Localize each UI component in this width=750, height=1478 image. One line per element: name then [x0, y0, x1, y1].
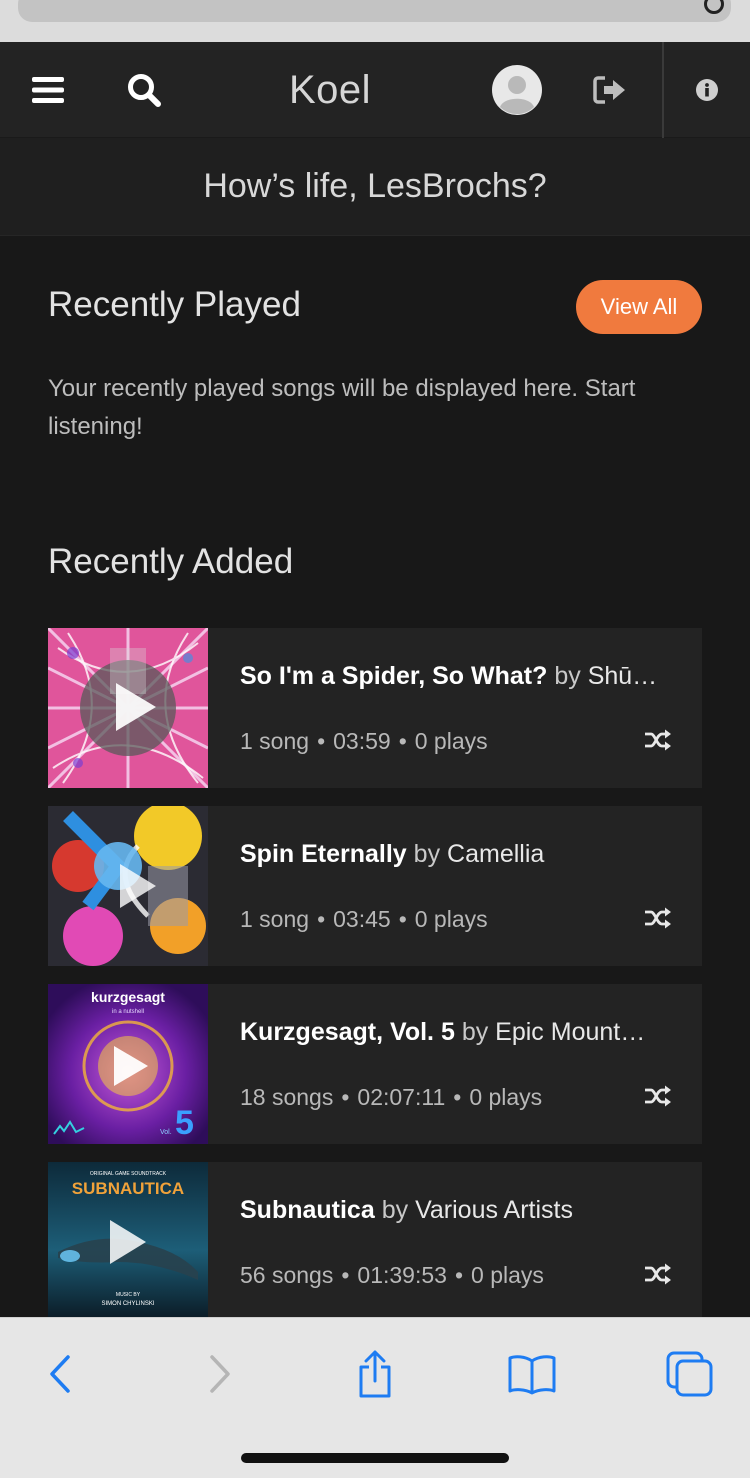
album-meta: 1 song • 03:45 • 0 plays: [240, 906, 488, 932]
app-title: Koel: [288, 68, 372, 112]
album-cover[interactable]: [48, 628, 208, 788]
album-by-label: by: [461, 1018, 489, 1046]
share-button[interactable]: [352, 1348, 398, 1400]
album-song-count: 1 song: [240, 906, 310, 932]
cover-vol-number: 5: [175, 1104, 194, 1142]
cover-brand: kurzgesagt: [91, 989, 165, 1005]
album-art: ORIGINAL GAME SOUNDTRACK SUBNAUTICA MUSI…: [48, 1162, 208, 1322]
cover-subtitle: ORIGINAL GAME SOUNDTRACK: [90, 1171, 167, 1177]
cover-tagline: in a nutshell: [112, 1009, 144, 1015]
tabs-icon: [666, 1351, 713, 1397]
album-card[interactable]: ORIGINAL GAME SOUNDTRACK SUBNAUTICA MUSI…: [48, 1162, 702, 1322]
forward-icon: [210, 1355, 230, 1393]
album-name[interactable]: Spin Eternally: [240, 840, 407, 868]
album-by-label: by: [413, 840, 441, 868]
logout-button[interactable]: [588, 42, 632, 138]
cover-music-by: MUSIC BY: [116, 1292, 141, 1298]
album-artist[interactable]: Various Artists: [415, 1196, 573, 1224]
album-song-count: 18 songs: [240, 1084, 334, 1110]
app-header: Koel: [0, 42, 750, 138]
album-cover[interactable]: kurzgesagt in a nutshell Vol. 5: [48, 984, 208, 1144]
back-button[interactable]: [40, 1348, 80, 1400]
album-name[interactable]: Kurzgesagt, Vol. 5: [240, 1018, 455, 1046]
album-artist[interactable]: Shū…: [588, 662, 657, 690]
bookmarks-button[interactable]: [506, 1348, 558, 1400]
menu-icon: [32, 77, 64, 103]
album-art: kurzgesagt in a nutshell Vol. 5: [48, 984, 208, 1144]
album-play-count: 0 plays: [414, 728, 488, 754]
album-meta: 1 song • 03:59 • 0 plays: [240, 728, 488, 754]
album-duration: 03:45: [333, 906, 391, 932]
album-card[interactable]: Spin Eternally by Camellia 1 song • 03:45 •…: [48, 806, 702, 966]
album-meta: 18 songs • 02:07:11 • 0 plays: [240, 1084, 543, 1110]
album-play-count: 0 plays: [471, 1262, 544, 1288]
album-title-line: Kurzgesagt, Vol. 5 by Epic Mount…: [240, 1018, 680, 1047]
recently-played-title: Recently Played: [48, 285, 301, 324]
user-avatar[interactable]: [492, 42, 542, 138]
album-title-line: Spin Eternally by Camellia: [240, 840, 680, 869]
album-song-count: 56 songs: [240, 1262, 334, 1288]
cover-vol: Vol.: [160, 1129, 172, 1136]
search-button[interactable]: [118, 42, 170, 138]
album-title-line: Subnautica by Various Artists: [240, 1196, 680, 1225]
shuffle-icon[interactable]: [644, 1084, 672, 1108]
safari-url-bar[interactable]: [18, 0, 731, 22]
forward-button[interactable]: [200, 1348, 240, 1400]
greeting-banner: How’s life, LesBrochs?: [0, 138, 750, 236]
back-icon: [50, 1355, 70, 1393]
album-art: [48, 628, 208, 788]
cover-logo: SUBNAUTICA: [72, 1179, 184, 1198]
album-card[interactable]: kurzgesagt in a nutshell Vol. 5 Kurzgesa…: [48, 984, 702, 1144]
bookmarks-icon: [508, 1355, 556, 1395]
tabs-button[interactable]: [664, 1348, 716, 1400]
share-icon: [359, 1350, 391, 1398]
menu-button[interactable]: [24, 42, 72, 138]
shuffle-icon[interactable]: [644, 728, 672, 752]
info-icon: [696, 79, 718, 101]
album-card[interactable]: So I'm a Spider, So What? by Shū… 1 song…: [48, 628, 702, 788]
album-duration: 02:07:11: [357, 1084, 446, 1110]
cover-composer: SIMON CHYLINSKI: [101, 1301, 154, 1307]
album-by-label: by: [381, 1196, 409, 1224]
album-cover[interactable]: ORIGINAL GAME SOUNDTRACK SUBNAUTICA MUSI…: [48, 1162, 208, 1322]
shuffle-icon[interactable]: [644, 906, 672, 930]
album-name[interactable]: Subnautica: [240, 1196, 375, 1224]
album-duration: 01:39:53: [357, 1262, 447, 1288]
recently-added-title: Recently Added: [48, 542, 294, 581]
shuffle-icon[interactable]: [644, 1262, 672, 1286]
album-cover[interactable]: [48, 806, 208, 966]
album-meta: 56 songs • 01:39:53 • 0 plays: [240, 1262, 544, 1288]
avatar-icon: [492, 65, 542, 115]
album-by-label: by: [554, 662, 581, 690]
safari-toolbar: [0, 1317, 750, 1478]
header-divider: [662, 42, 664, 138]
album-artist[interactable]: Camellia: [447, 840, 544, 868]
album-play-count: 0 plays: [414, 906, 488, 932]
search-icon: [128, 74, 161, 107]
recently-played-empty-message: Your recently played songs will be displ…: [48, 375, 636, 440]
album-song-count: 1 song: [240, 728, 310, 754]
album-duration: 03:59: [333, 728, 391, 754]
album-play-count: 0 plays: [469, 1084, 543, 1110]
album-art: [48, 806, 208, 966]
logout-icon: [593, 76, 625, 104]
album-title-line: So I'm a Spider, So What? by Shū…: [240, 662, 680, 691]
album-name[interactable]: So I'm a Spider, So What?: [240, 662, 547, 690]
album-artist[interactable]: Epic Mount…: [495, 1018, 645, 1046]
safari-top-bar: [0, 0, 750, 42]
info-button[interactable]: [686, 42, 728, 138]
home-indicator: [241, 1453, 509, 1463]
view-all-button[interactable]: View All: [576, 280, 702, 334]
